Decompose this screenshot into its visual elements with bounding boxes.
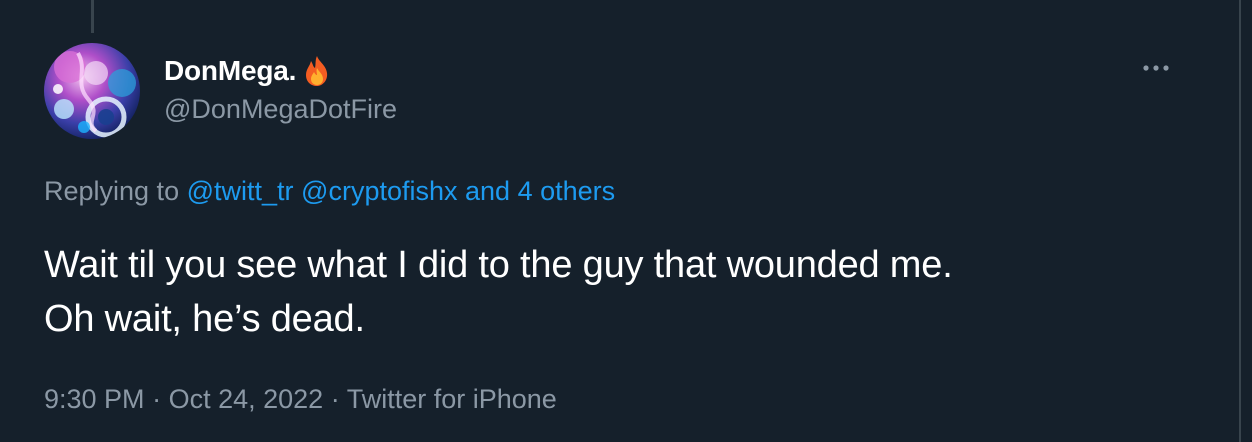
mention-link[interactable]: @twitt_tr [187,176,294,206]
meta-separator: · [330,384,340,414]
more-horizontal-icon [1143,65,1169,71]
tweet-time[interactable]: 9:30 PM [44,384,145,414]
tweet-date[interactable]: Oct 24, 2022 [169,384,324,414]
display-name-text[interactable]: DonMega. [164,54,296,88]
replying-to-label: Replying to [44,176,180,206]
more-options-button[interactable] [1140,56,1172,80]
tweet-text: Wait til you see what I did to the guy t… [44,238,1224,346]
fire-icon [300,54,334,88]
author-handle[interactable]: @DonMegaDotFire [164,93,397,125]
tweet-source: Twitter for iPhone [346,384,557,414]
column-border [1239,0,1241,442]
avatar[interactable] [44,43,140,139]
thread-connector-line [91,0,94,33]
others-link[interactable]: and 4 others [465,176,615,206]
author-display-name[interactable]: DonMega. [164,54,334,88]
tweet-page: DonMega. @DonMegaDotFire Replying to @tw… [0,0,1252,442]
tweet-text-line: Wait til you see what I did to the guy t… [44,244,953,286]
replying-to: Replying to @twitt_tr @cryptofishx and 4… [44,175,615,207]
meta-separator: · [152,384,162,414]
mention-link[interactable]: @cryptofishx [301,176,457,206]
tweet-text-line: Oh wait, he’s dead. [44,298,365,340]
tweet-metadata: 9:30 PM · Oct 24, 2022 · Twitter for iPh… [44,382,557,416]
